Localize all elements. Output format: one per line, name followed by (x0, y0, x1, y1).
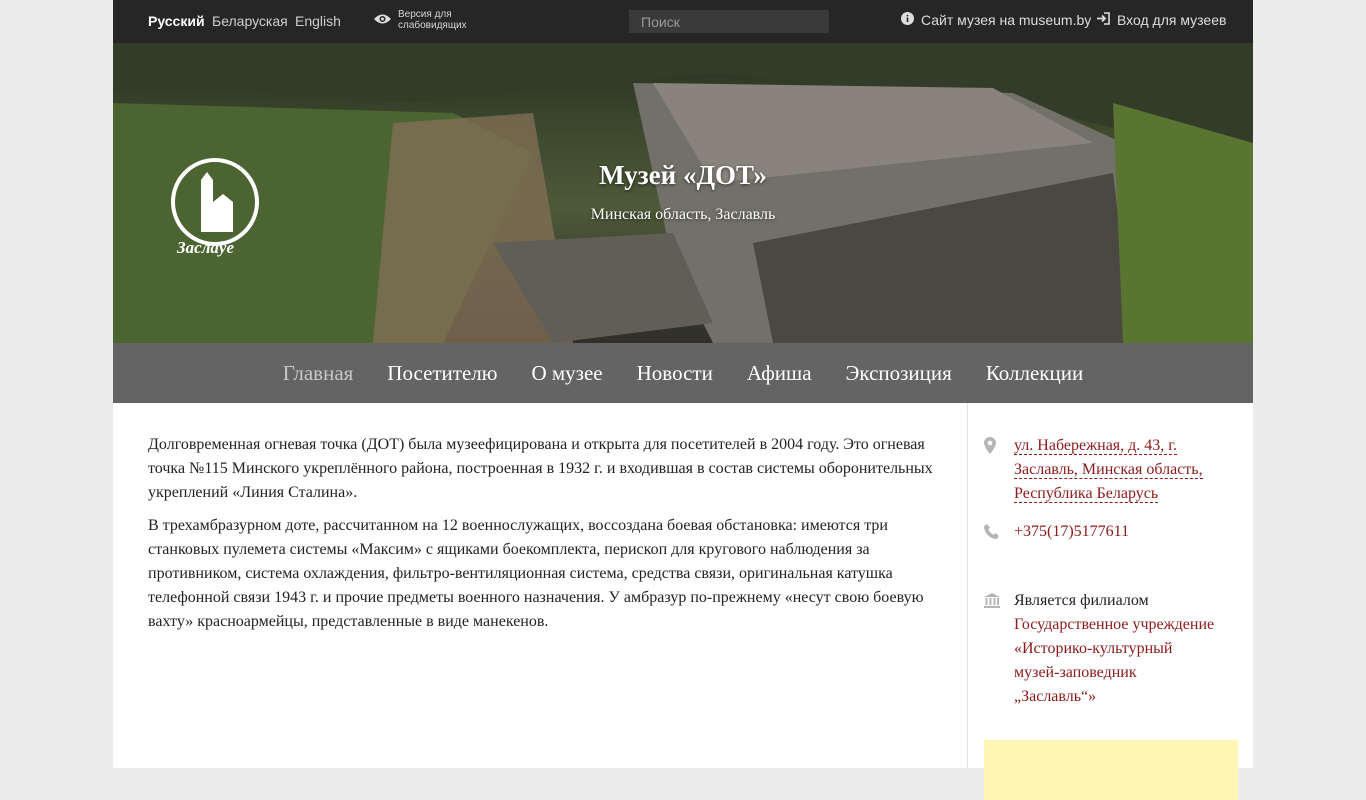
branch-line-4: „Заславль“» (1014, 688, 1097, 705)
page: Русский Беларуская English Версия для сл… (113, 0, 1253, 800)
top-bar: Русский Беларуская English Версия для сл… (113, 0, 1253, 43)
branch-block: Является филиалом Государственное учрежд… (984, 589, 1214, 709)
museum-site-label: Сайт музея на museum.by (921, 12, 1092, 28)
intro-paragraph: Долговременная огневая точка (ДОТ) была … (148, 436, 933, 501)
page-subtitle: Минская область, Заславль (590, 206, 776, 223)
phone-link[interactable]: +375(17)5177611 (1014, 520, 1129, 547)
lang-belarusian[interactable]: Беларуская (212, 13, 288, 29)
search-input[interactable] (629, 10, 829, 33)
hero-photo (113, 43, 1253, 343)
branch-info: Является филиалом Государственное учрежд… (1014, 589, 1214, 709)
login-link[interactable]: Вход для музеев (1096, 12, 1226, 28)
login-label: Вход для музеев (1117, 12, 1227, 28)
parent-org-link[interactable]: Государственное учреждение «Историко-кул… (1014, 616, 1214, 705)
address-line-2: Заславль, Минская область, (1014, 461, 1203, 479)
phone-icon (984, 520, 1000, 547)
museum-building-icon (984, 589, 1000, 709)
main-nav: Главная Посетителю О музее Новости Афиша… (113, 343, 1253, 403)
info-icon (901, 12, 914, 28)
address-line-1: ул. Набережная, д. 43, г. (1014, 437, 1178, 455)
address-line-3: Республика Беларусь (1014, 485, 1159, 503)
sidebar: ул. Набережная, д. 43, г. Заславль, Минс… (967, 403, 1253, 800)
museum-site-link[interactable]: Сайт музея на museum.by (901, 12, 1091, 28)
lang-russian[interactable]: Русский (148, 13, 205, 29)
nav-collections[interactable]: Коллекции (986, 361, 1083, 403)
page-title: Музей «ДОТ» (599, 160, 767, 190)
notice-box (984, 740, 1238, 800)
nav-news[interactable]: Новости (637, 361, 713, 403)
main-content: Долговременная огневая точка (ДОТ) была … (148, 433, 938, 643)
map-pin-icon (984, 434, 1000, 506)
address-link[interactable]: ул. Набережная, д. 43, г. Заславль, Минс… (1014, 434, 1203, 506)
nav-about[interactable]: О музее (531, 361, 602, 403)
low-vision-toggle[interactable]: Версия для слабовидящих (373, 9, 478, 31)
sign-in-icon (1096, 12, 1110, 28)
address-block: ул. Набережная, д. 43, г. Заславль, Минс… (984, 434, 1203, 506)
branch-label: Является филиалом (1014, 592, 1149, 609)
branch-line-3: музей-заповедник (1014, 664, 1137, 681)
branch-line-2: «Историко-культурный (1014, 640, 1173, 657)
lang-english[interactable]: English (295, 13, 341, 29)
nav-events[interactable]: Афиша (747, 361, 812, 403)
nav-visitors[interactable]: Посетителю (387, 361, 497, 403)
phone-block: +375(17)5177611 (984, 520, 1129, 547)
nav-exposition[interactable]: Экспозиция (846, 361, 952, 403)
description-paragraph: В трехамбразурном доте, рассчитанном на … (148, 517, 924, 630)
hero-banner: Заслаўе Музей «ДОТ» Минская область, Зас… (113, 43, 1253, 343)
logo-text: Заслаўе (177, 238, 235, 257)
branch-line-1: Государственное учреждение (1014, 616, 1215, 633)
nav-home[interactable]: Главная (283, 361, 354, 403)
low-vision-label: Версия для слабовидящих (398, 9, 467, 31)
eye-icon (373, 12, 392, 28)
